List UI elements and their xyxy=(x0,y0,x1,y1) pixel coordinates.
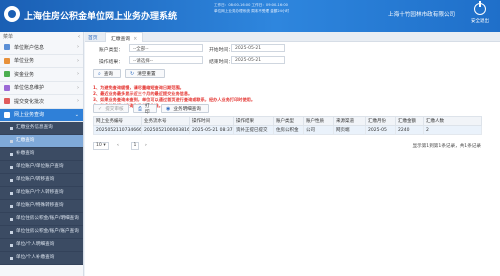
header-notice: 工作日：08:00-16:00 工作日：09:00-16:00 单位网上业务办理… xyxy=(214,3,290,13)
chevron-icon: › xyxy=(77,98,79,104)
sidebar-item-unit-business[interactable]: 单位业务 › xyxy=(0,55,83,68)
sidebar-sub-item[interactable]: 单位账户/转移查询 xyxy=(0,174,83,187)
check-icon: ✓ xyxy=(98,105,103,112)
logo-icon xyxy=(4,6,20,22)
sidebar-item-batch[interactable]: 提交变化批次 › xyxy=(0,95,83,109)
reset-button[interactable]: ↻ 清空重置 xyxy=(125,69,165,78)
sidebar-sub-item-selected[interactable]: 汇缴查询 xyxy=(0,135,83,148)
collapse-icon[interactable]: ‹ xyxy=(78,34,80,40)
sidebar-sub-item[interactable]: 汇缴业务信息查询 xyxy=(0,122,83,135)
page-number[interactable]: 1 xyxy=(131,142,139,150)
chevron-icon: › xyxy=(77,71,79,77)
tab-bar: 首页 汇缴查询 × xyxy=(85,32,500,42)
start-date-label: 开始时间： xyxy=(209,48,233,53)
chevron-icon: › xyxy=(77,57,79,64)
prev-page-button[interactable]: ‹ xyxy=(117,143,119,148)
chevron-icon: › xyxy=(77,44,79,50)
account-icon xyxy=(4,44,10,51)
org-name: 上海十竹园林市政有限公司 xyxy=(388,12,456,18)
sidebar-item-funds[interactable]: 资金业务 › xyxy=(0,68,83,82)
search-icon: ⌕ xyxy=(98,70,101,77)
table-row[interactable]: 20250521107346666 2025052100003816 2025-… xyxy=(93,125,482,135)
funds-icon xyxy=(4,71,10,78)
print-icon: ⎙ xyxy=(138,105,143,112)
start-date-input[interactable]: 2025-05-21 xyxy=(231,44,285,52)
op-result-select[interactable]: --请选择-- xyxy=(129,56,203,64)
sidebar-sub-item[interactable]: 单位账户/特殊转移查询 xyxy=(0,200,83,213)
sidebar-sub-item[interactable]: 单位账户/个人转移查询 xyxy=(0,187,83,200)
print-button[interactable]: ⎙ 打印 xyxy=(133,104,157,115)
batch-icon xyxy=(4,98,10,105)
chevron-down-icon: ⌄ xyxy=(74,111,79,118)
app-title: 上海住房公积金单位网上业务办理系统 xyxy=(24,12,178,22)
table-header: 网上业务编号 业务流水号 操作时间 操作结果 账户类型 账户性质 来源渠道 汇缴… xyxy=(93,116,482,126)
app-header: 上海住房公积金单位网上业务办理系统 工作日：08:00-16:00 工作日：09… xyxy=(0,0,500,32)
sidebar-sub-item[interactable]: 补缴查询 xyxy=(0,148,83,161)
submit-review-button[interactable]: ✓ 提交审核 xyxy=(93,104,129,113)
account-type-select[interactable]: --全部-- xyxy=(129,44,203,52)
chevron-icon: › xyxy=(77,84,79,91)
sidebar-item-account-info[interactable]: 单位账户信息 › xyxy=(0,41,83,55)
detail-query-button[interactable]: ◉ 业务明细查询 xyxy=(161,104,209,113)
query-icon xyxy=(4,111,10,118)
maintenance-icon xyxy=(4,84,10,91)
pagination-info: 显示第1到第1条记录，共1条记录 xyxy=(412,144,482,149)
business-icon xyxy=(4,57,10,64)
query-button[interactable]: ⌕ 查询 xyxy=(93,69,121,78)
sidebar-item-unit-maintenance[interactable]: 单位信息维护 › xyxy=(0,82,83,95)
op-result-label: 操作结果： xyxy=(99,60,123,65)
sidebar-sub-item[interactable]: 单位住房公积金/账户/账户查询 xyxy=(0,226,83,239)
refresh-icon: ↻ xyxy=(130,70,135,77)
sidebar-sub-item[interactable]: 单位/个人明细查询 xyxy=(0,239,83,252)
next-page-button[interactable]: › xyxy=(145,143,147,148)
sidebar-sub-item[interactable]: 单位账户/单位账户查询 xyxy=(0,161,83,174)
power-icon xyxy=(474,1,486,15)
main-content: 账户类型： --全部-- 开始时间： 2025-05-21 操作结果： --请选… xyxy=(85,42,500,276)
sidebar-sub-item[interactable]: 单位/个人补缴查询 xyxy=(0,252,83,265)
pagination: 10 ▾ ‹ 1 › 显示第1到第1条记录，共1条记录 xyxy=(93,142,481,151)
eye-icon: ◉ xyxy=(166,105,171,112)
end-date-input[interactable]: 2025-05-21 xyxy=(231,56,285,64)
sidebar-sub-item[interactable]: 单位住房公积金/账户/明细查询 xyxy=(0,213,83,226)
sidebar-header: 菜单 ‹ xyxy=(3,33,80,41)
sidebar-item-online-query[interactable]: 网上业务查询 ⌄ xyxy=(0,108,83,122)
exit-button[interactable]: 安全退出 xyxy=(465,1,495,29)
tab-home[interactable]: 首页 xyxy=(88,34,98,41)
sidebar: 菜单 ‹ 单位账户信息 › 单位业务 › 资金业务 › 单位信息维护 › 提交变化批次 ›… xyxy=(0,32,84,276)
end-date-label: 结束时间： xyxy=(209,60,233,65)
account-type-label: 账户类型： xyxy=(99,48,123,53)
tab-current[interactable]: 汇缴查询 × xyxy=(105,32,144,42)
page-size-select[interactable]: 10 ▾ xyxy=(93,142,109,150)
result-table: 网上业务编号 业务流水号 操作时间 操作结果 账户类型 账户性质 来源渠道 汇缴… xyxy=(93,116,482,135)
